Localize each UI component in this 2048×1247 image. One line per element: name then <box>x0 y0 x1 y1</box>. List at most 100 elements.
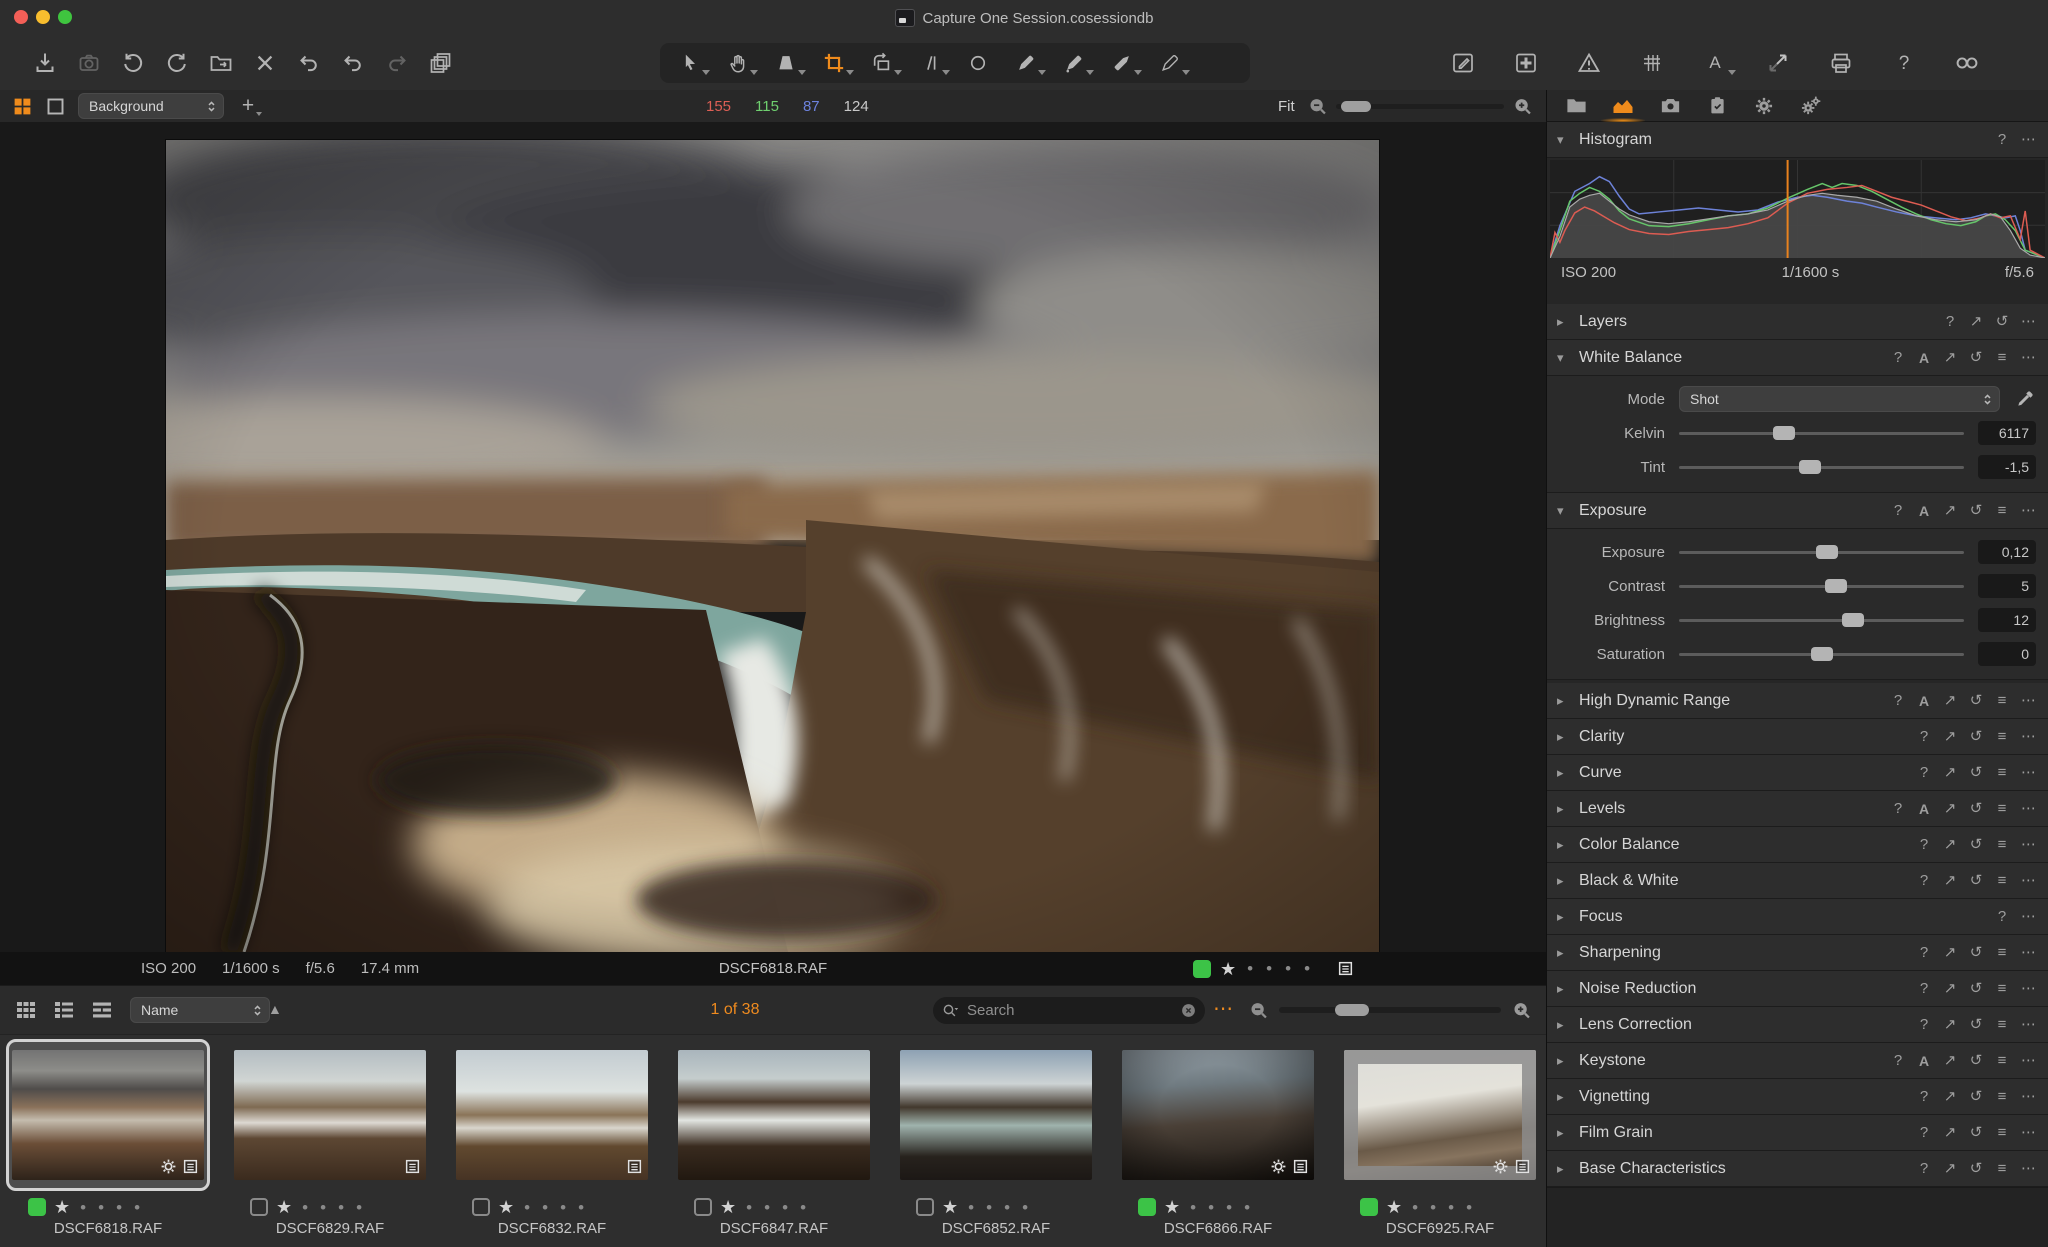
panel-sharpening[interactable]: ▸ Sharpening ? ↗ ↺ ≡ ⋯ <box>1547 935 2048 971</box>
copy-icon[interactable]: ↗ <box>1943 873 1957 888</box>
star-rating-empty[interactable]: • <box>1224 1199 1234 1216</box>
thumbnail-frame[interactable] <box>228 1039 432 1191</box>
tool-caret[interactable] <box>846 70 854 75</box>
reset-icon[interactable]: ↺ <box>1969 729 1983 744</box>
chevron-down-icon[interactable]: ▾ <box>1557 132 1571 148</box>
chevron-right-icon[interactable]: ▸ <box>1557 1053 1571 1069</box>
presets-icon[interactable]: ≡ <box>1995 801 2009 816</box>
list-view-icon[interactable] <box>50 990 78 1030</box>
pan-tool[interactable] <box>714 46 762 80</box>
thumbnail-frame[interactable] <box>6 1039 210 1191</box>
help-icon[interactable]: ? <box>1995 132 2009 147</box>
color-tag[interactable] <box>1138 1198 1156 1216</box>
thumbnail-size-slider-handle[interactable] <box>1334 1004 1369 1016</box>
slider-handle[interactable] <box>1824 578 1847 593</box>
copy-icon[interactable]: ↗ <box>1943 1125 1957 1140</box>
value-field[interactable]: 12 <box>1978 608 2036 632</box>
star-rating-filled[interactable]: ★ <box>1386 1198 1402 1216</box>
thumbnail-image[interactable] <box>234 1050 426 1180</box>
more-icon[interactable]: ⋯ <box>2021 693 2036 708</box>
slider-handle[interactable] <box>1810 646 1833 661</box>
reset-icon[interactable]: ↺ <box>1969 1017 1983 1032</box>
rotate-cw-button[interactable] <box>162 43 192 83</box>
panel-keystone[interactable]: ▸ Keystone ? A ↗ ↺ ≡ ⋯ <box>1547 1043 2048 1079</box>
chevron-right-icon[interactable]: ▸ <box>1557 693 1571 709</box>
more-icon[interactable]: ⋯ <box>2021 1089 2036 1104</box>
thumbnail-dscf6925-raf[interactable]: ★ • • • • DSCF6925.RAF <box>1335 1039 1545 1243</box>
more-icon[interactable]: ⋯ <box>2021 1017 2036 1032</box>
chevron-right-icon[interactable]: ▸ <box>1557 1089 1571 1105</box>
zoom-in-icon[interactable] <box>1512 96 1533 117</box>
note-icon[interactable] <box>1514 1158 1531 1175</box>
thumbnail-dscf6818-raf[interactable]: ★ • • • • DSCF6818.RAF <box>3 1039 213 1243</box>
more-icon[interactable]: ⋯ <box>2021 873 2036 888</box>
panel-noise-reduction[interactable]: ▸ Noise Reduction ? ↗ ↺ ≡ ⋯ <box>1547 971 2048 1007</box>
filmstrip-view-icon[interactable] <box>88 990 116 1030</box>
star-rating-empty[interactable]: • <box>114 1199 124 1216</box>
star-rating-empty[interactable]: • <box>1464 1199 1474 1216</box>
presets-icon[interactable]: ≡ <box>1995 693 2009 708</box>
star-rating-empty[interactable]: • <box>522 1199 532 1216</box>
thumbnail-frame[interactable] <box>1338 1039 1542 1191</box>
copy-icon[interactable]: ↗ <box>1943 1017 1957 1032</box>
more-icon[interactable]: ⋯ <box>2021 945 2036 960</box>
color-picker-tool[interactable] <box>1146 46 1194 80</box>
more-icon[interactable]: ⋯ <box>2021 132 2036 147</box>
tool-caret[interactable] <box>1182 70 1190 75</box>
star-rating-empty[interactable]: • <box>1002 1199 1012 1216</box>
star-rating-empty[interactable]: • <box>96 1199 106 1216</box>
tab-exposure[interactable] <box>1601 90 1645 123</box>
star-rating-empty[interactable]: • <box>1446 1199 1456 1216</box>
multi-view-icon[interactable] <box>12 96 33 117</box>
color-tag-green[interactable] <box>1193 959 1211 978</box>
more-icon[interactable]: ⋯ <box>2021 765 2036 780</box>
more-icon[interactable]: ⋯ <box>2021 981 2036 996</box>
sort-direction-button[interactable]: ▲ <box>268 1001 282 1017</box>
auto-icon[interactable]: A <box>1917 802 1931 816</box>
panel-lens-correction[interactable]: ▸ Lens Correction ? ↗ ↺ ≡ ⋯ <box>1547 1007 2048 1043</box>
slider-handle[interactable] <box>1773 425 1796 440</box>
star-rating-empty[interactable]: • <box>1242 1199 1252 1216</box>
rotate-ccw-button[interactable] <box>118 43 148 83</box>
thumb-zoom-in-icon[interactable] <box>1511 1000 1532 1021</box>
star-rating-empty[interactable]: • <box>1245 960 1255 977</box>
straighten-tool[interactable] <box>906 46 954 80</box>
reset-icon[interactable]: ↺ <box>1995 314 2009 329</box>
more-icon[interactable]: ⋯ <box>2021 729 2036 744</box>
gear-icon[interactable] <box>1270 1158 1287 1175</box>
more-icon[interactable]: ⋯ <box>2021 1053 2036 1068</box>
more-icon[interactable]: ⋯ <box>2021 350 2036 365</box>
redo-button[interactable] <box>382 43 412 83</box>
note-icon[interactable] <box>1292 1158 1309 1175</box>
thumbnail-dscf6832-raf[interactable]: ★ • • • • DSCF6832.RAF <box>447 1039 657 1243</box>
rotation-tool[interactable] <box>858 46 906 80</box>
chevron-right-icon[interactable]: ▸ <box>1557 1017 1571 1033</box>
color-tag[interactable] <box>28 1198 46 1216</box>
search-field[interactable] <box>933 997 1205 1024</box>
annotations-button[interactable]: A <box>1700 43 1736 83</box>
panel-white-balance[interactable]: ▾ White Balance ? A ↗ ↺ ≡ ⋯ <box>1547 340 2048 376</box>
chevron-right-icon[interactable]: ▸ <box>1557 314 1571 330</box>
presets-icon[interactable]: ≡ <box>1995 350 2009 365</box>
help-icon[interactable]: ? <box>1917 765 1931 780</box>
chevron-right-icon[interactable]: ▸ <box>1557 801 1571 817</box>
help-icon[interactable]: ? <box>1891 1053 1905 1068</box>
star-rating-empty[interactable]: • <box>744 1199 754 1216</box>
panel-exposure[interactable]: ▾ Exposure ? A ↗ ↺ ≡ ⋯ <box>1547 493 2048 529</box>
star-rating-empty[interactable]: • <box>762 1199 772 1216</box>
presets-icon[interactable]: ≡ <box>1995 765 2009 780</box>
copy-icon[interactable]: ↗ <box>1943 1053 1957 1068</box>
clone-brush-tool[interactable] <box>1050 46 1098 80</box>
chevron-right-icon[interactable]: ▸ <box>1557 909 1571 925</box>
spot-tool[interactable] <box>954 46 1002 80</box>
gear-icon[interactable] <box>1492 1158 1509 1175</box>
star-rating-filled[interactable]: ★ <box>942 1198 958 1216</box>
star-rating-filled[interactable]: ★ <box>1164 1198 1180 1216</box>
star-rating-filled[interactable]: ★ <box>54 1198 70 1216</box>
star-rating-empty[interactable]: • <box>966 1199 976 1216</box>
note-icon[interactable] <box>404 1158 421 1175</box>
star-rating-empty[interactable]: • <box>576 1199 586 1216</box>
presets-icon[interactable]: ≡ <box>1995 1125 2009 1140</box>
star-rating-empty[interactable]: • <box>1188 1199 1198 1216</box>
star-rating-filled[interactable]: ★ <box>720 1198 736 1216</box>
